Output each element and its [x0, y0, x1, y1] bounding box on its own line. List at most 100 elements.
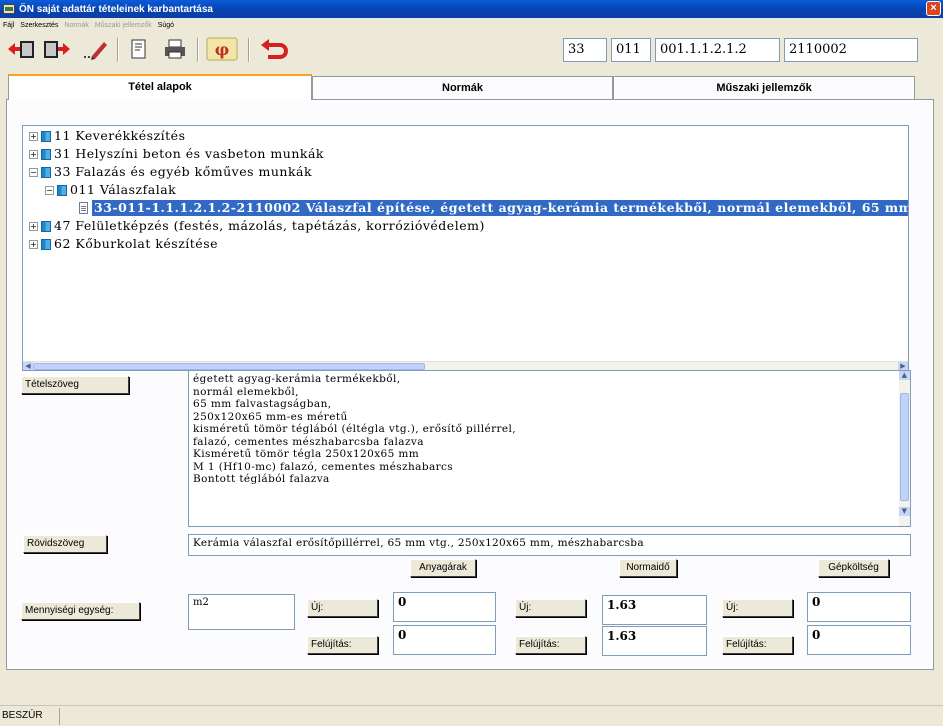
item-text-lines: égetett agyag-kerámia termékekből, normá… [189, 371, 910, 488]
expand-icon[interactable]: + [29, 131, 38, 141]
item-code-field[interactable]: 001.1.1.2.1.2 [655, 38, 780, 62]
item-tree[interactable]: + 11 Keverékkészítés + 31 Helyszíni beto… [22, 125, 909, 371]
short-text-field[interactable]: Kerámia válaszfal erősítőpillérrel, 65 m… [188, 534, 911, 556]
expand-icon[interactable]: + [29, 149, 38, 159]
tab-technical-properties[interactable]: Műszaki jellemzők [613, 76, 915, 99]
tree-node[interactable]: + 11 Keverékkészítés [29, 128, 186, 144]
title-bar: ÖN saját adattár tételeinek karbantartás… [0, 0, 943, 18]
scroll-thumb[interactable] [33, 363, 425, 370]
folder-icon [41, 148, 51, 160]
folder-open-icon [57, 184, 67, 196]
item-text-line: 65 mm falvastagságban, [193, 398, 332, 410]
phi-button[interactable]: φ [205, 37, 239, 61]
chapter-code-field[interactable]: 33 [563, 38, 607, 62]
tab-item-basics[interactable]: Tétel alapok [8, 74, 312, 100]
item-text-line: M 1 (Hf10-mc) falazó, cementes mészhabar… [193, 460, 454, 473]
tree-node-label: 31 Helyszíni beton és vasbeton munkák [54, 146, 324, 161]
printer-icon [165, 39, 185, 59]
edit-button[interactable] [80, 38, 110, 60]
menu-technical[interactable]: Műszaki jellemzők [95, 22, 152, 29]
tree-node-label: 47 Felületképzés (festés, mázolás, tapét… [54, 218, 485, 233]
tree-node-label: 011 Válaszfalak [70, 182, 177, 197]
scroll-left-icon[interactable]: ◀ [23, 362, 33, 370]
material-prices-header: Anyagárak [410, 559, 476, 577]
back-exit-button[interactable] [42, 38, 72, 60]
norm-new-label: Új: [515, 599, 586, 617]
expand-icon[interactable]: + [29, 221, 38, 231]
undo-arrow-icon [261, 39, 288, 59]
collapse-icon[interactable]: − [45, 185, 54, 195]
short-text-label: Rövidszöveg [23, 535, 107, 553]
close-button[interactable]: × [926, 1, 941, 16]
machine-cost-header: Gépköltség [818, 559, 889, 577]
svg-text:φ: φ [215, 40, 229, 59]
tree-node-label: 33-011-1.1.1.2.1.2-2110002 Válaszfal épí… [92, 200, 908, 216]
item-text-line: 250x120x65 mm-es méretű [193, 410, 348, 423]
scroll-down-icon[interactable]: ▼ [899, 507, 910, 516]
menu-bar: Fájl Szerkesztés Normák Műszaki jellemző… [0, 18, 943, 32]
undo-button[interactable] [258, 38, 292, 60]
tab-norms[interactable]: Normák [312, 76, 613, 99]
scroll-up-icon[interactable]: ▲ [899, 371, 910, 380]
door-back-icon [44, 41, 70, 58]
item-text-area[interactable]: égetett agyag-kerámia termékekből, normá… [188, 370, 911, 527]
unit-label: Mennyiségi egység: [21, 602, 140, 620]
section-code-field[interactable]: 011 [611, 38, 651, 62]
tree-node[interactable]: + 31 Helyszíni beton és vasbeton munkák [29, 146, 324, 162]
tree-node-label: 11 Keverékkészítés [54, 128, 186, 143]
folder-icon [41, 130, 51, 142]
phi-icon: φ [206, 37, 238, 61]
collapse-icon[interactable]: − [29, 167, 38, 177]
folder-icon [41, 238, 51, 250]
item-text-line: falazó, cementes mészhabarcsba falazva [193, 435, 424, 448]
tree-node-label: 33 Falazás és egyéb kőműves munkák [54, 164, 313, 179]
material-new-label: Új: [307, 599, 378, 617]
material-renew-field[interactable]: 0 [393, 625, 496, 655]
print-button[interactable] [160, 38, 190, 60]
tree-horizontal-scrollbar[interactable]: ◀ ▶ [23, 361, 908, 370]
toolbar-separator [248, 38, 250, 62]
folder-icon [41, 220, 51, 232]
door-exit-icon [8, 41, 34, 58]
item-text-line: normál elemekből, [193, 385, 299, 398]
machine-new-field[interactable]: 0 [807, 592, 911, 622]
app-icon [3, 4, 15, 14]
preview-button[interactable] [124, 38, 154, 60]
menu-help[interactable]: Súgó [158, 22, 174, 29]
menu-norms[interactable]: Normák [64, 22, 89, 29]
machine-renew-field[interactable]: 0 [807, 625, 911, 655]
document-icon [79, 202, 88, 214]
folder-open-icon [41, 166, 51, 178]
item-text-line: égetett agyag-kerámia termékekből, [193, 373, 401, 385]
item-text-line: kisméretű tömör téglából (éltégla vtg.),… [193, 423, 517, 435]
window-title: ÖN saját adattár tételeinek karbantartás… [19, 3, 213, 15]
machine-renew-label: Felújítás: [722, 636, 793, 654]
tree-node[interactable]: − 33 Falazás és egyéb kőműves munkák [29, 164, 312, 180]
expand-icon[interactable]: + [29, 239, 38, 249]
status-mode: BESZÚR [0, 708, 60, 725]
tree-node[interactable]: + 62 Kőburkolat készítése [29, 236, 218, 252]
item-text-line: Kisméretű tömör tégla 250x120x65 mm [193, 448, 420, 460]
scroll-thumb[interactable] [900, 393, 909, 501]
menu-edit[interactable]: Szerkesztés [20, 22, 58, 29]
tree-node[interactable]: − 011 Válaszfalak [45, 182, 176, 198]
document-preview-icon [131, 39, 146, 59]
tree-node-selected-item[interactable]: 33-011-1.1.1.2.1.2-2110002 Válaszfal épí… [79, 200, 908, 216]
menu-file[interactable]: Fájl [3, 22, 14, 29]
tree-node-label: 62 Kőburkolat készítése [54, 236, 219, 251]
save-exit-button[interactable] [6, 38, 36, 60]
norm-time-header: Normaidő [619, 559, 677, 577]
unit-field[interactable]: m2 [188, 594, 295, 630]
status-bar: BESZÚR [0, 705, 943, 726]
norm-renew-label: Felújítás: [515, 636, 586, 654]
item-id-field[interactable]: 2110002 [784, 38, 918, 62]
norm-new-field[interactable]: 1.63 [602, 595, 707, 625]
text-vertical-scrollbar[interactable]: ▲ ▼ [899, 371, 910, 526]
item-text-line: Bontott téglából falazva [193, 473, 330, 485]
tree-node[interactable]: + 47 Felületképzés (festés, mázolás, tap… [29, 218, 485, 234]
material-new-field[interactable]: 0 [393, 592, 496, 622]
material-renew-label: Felújítás: [307, 636, 378, 654]
toolbar-separator [117, 38, 119, 62]
pen-icon [84, 42, 107, 60]
norm-renew-field[interactable]: 1.63 [602, 626, 707, 656]
